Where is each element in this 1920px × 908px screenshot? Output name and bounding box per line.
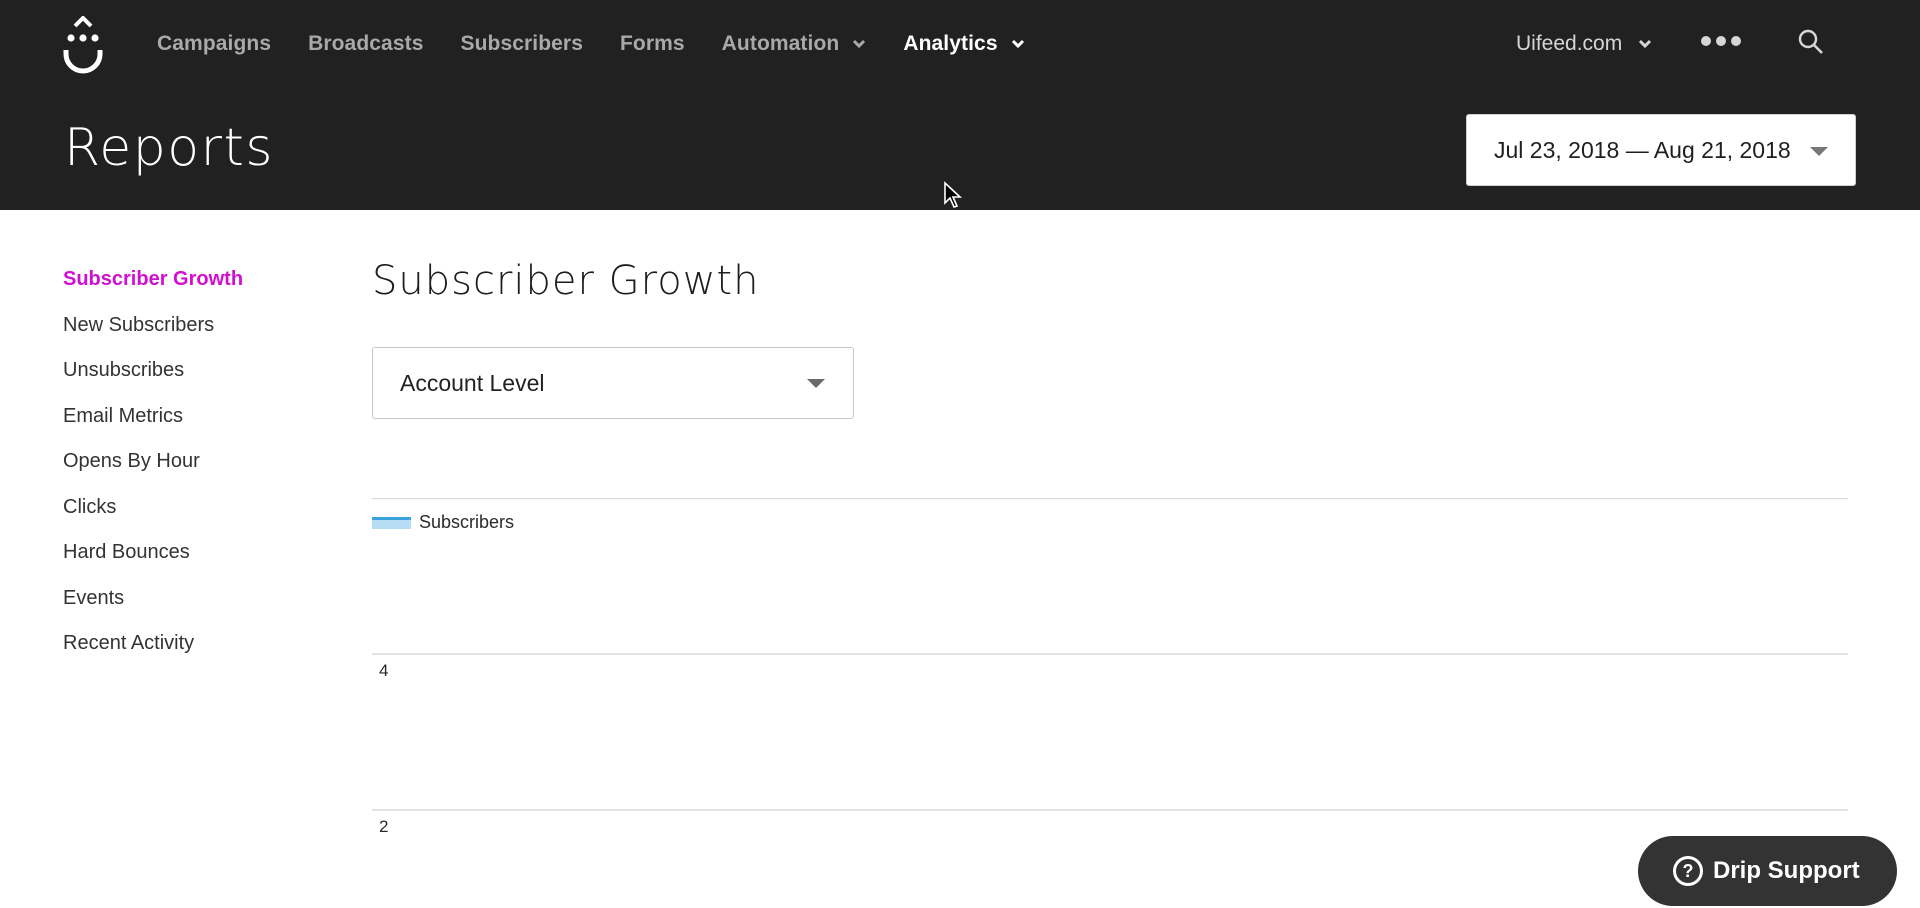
chart-legend[interactable]: Subscribers: [372, 512, 514, 533]
page-title: Reports: [64, 118, 274, 178]
nav-item-label: Broadcasts: [308, 32, 424, 55]
ellipsis-icon: [1716, 36, 1726, 46]
section-title: Subscriber Growth: [372, 258, 760, 304]
more-menu-button[interactable]: [1701, 36, 1746, 46]
sidebar-item-unsubscribes[interactable]: Unsubscribes: [63, 353, 343, 399]
sidebar-item-opens-by-hour[interactable]: Opens By Hour: [63, 444, 343, 490]
nav-item-label: Subscribers: [460, 32, 583, 55]
account-name: Uifeed.com: [1516, 32, 1623, 55]
chevron-down-icon: [1011, 39, 1024, 49]
level-select-value: Account Level: [400, 369, 545, 396]
nav-item-subscribers[interactable]: Subscribers: [460, 32, 583, 56]
legend-label: Subscribers: [419, 512, 515, 532]
drip-support-label: Drip Support: [1713, 857, 1860, 884]
caret-down-icon: [1810, 147, 1828, 156]
sidebar-item-clicks[interactable]: Clicks: [63, 490, 343, 536]
nav-item-label: Analytics: [903, 32, 998, 55]
chart-canvas: 42: [372, 498, 1848, 836]
nav-item-analytics[interactable]: Analytics: [903, 32, 1024, 56]
nav-item-label: Forms: [619, 32, 685, 55]
date-range-picker[interactable]: Jul 23, 2018 — Aug 21, 2018: [1466, 114, 1856, 186]
nav-item-broadcasts[interactable]: Broadcasts: [308, 32, 423, 56]
ellipsis-icon: [1701, 36, 1711, 46]
drip-support-button[interactable]: ? Drip Support: [1638, 836, 1897, 906]
level-select[interactable]: Account Level: [372, 347, 854, 419]
nav-item-automation[interactable]: Automation: [722, 32, 867, 56]
sidebar-item-email-metrics[interactable]: Email Metrics: [63, 399, 343, 445]
nav-item-forms[interactable]: Forms: [620, 32, 685, 56]
ellipsis-icon: [1731, 36, 1741, 46]
nav-item-campaigns[interactable]: Campaigns: [157, 32, 271, 56]
y-tick-label: 2: [379, 817, 388, 836]
legend-swatch: [372, 516, 411, 529]
account-switcher[interactable]: Uifeed.com: [1516, 0, 1652, 88]
nav-item-label: Automation: [721, 32, 840, 55]
y-tick-label: 4: [379, 661, 388, 680]
caret-down-icon: [807, 379, 825, 388]
search-icon[interactable]: [1797, 28, 1825, 56]
sidebar-item-hard-bounces[interactable]: Hard Bounces: [63, 535, 343, 581]
sidebar-item-subscriber-growth[interactable]: Subscriber Growth: [63, 262, 343, 308]
sidebar-item-new-subscribers[interactable]: New Subscribers: [63, 308, 343, 354]
reports-sidebar: Subscriber Growth New Subscribers Unsubscr…: [63, 262, 343, 672]
top-navigation-bar: Campaigns Broadcasts Subscribers Forms Autom…: [0, 0, 1920, 210]
nav-item-label: Campaigns: [157, 32, 272, 55]
drip-logo-icon[interactable]: [62, 16, 104, 74]
sidebar-item-recent-activity[interactable]: Recent Activity: [63, 626, 343, 672]
subscriber-growth-chart: 42 Subscribers: [372, 498, 1848, 908]
chevron-down-icon: [853, 39, 866, 49]
mouse-cursor-icon: [944, 181, 963, 208]
help-circle-icon: ?: [1673, 856, 1703, 886]
sidebar-item-events[interactable]: Events: [63, 581, 343, 627]
date-range-value: Jul 23, 2018 — Aug 21, 2018: [1494, 136, 1791, 163]
chevron-down-icon: [1639, 39, 1652, 49]
main-nav: Campaigns Broadcasts Subscribers Forms Autom…: [157, 0, 1062, 88]
